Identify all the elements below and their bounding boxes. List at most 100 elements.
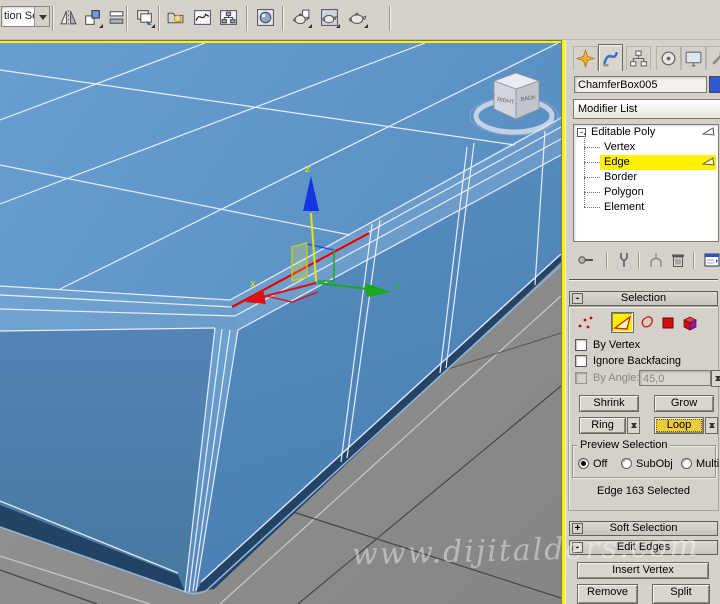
object-name-field[interactable]: ChamferBox005 [574,76,707,93]
selection-rollout-body: By Vertex Ignore Backfacing By Angle: 45… [568,306,720,511]
display-tab[interactable] [681,46,706,70]
toolbar-separator [158,6,160,31]
toolbar-separator [246,6,248,31]
configure-modifier-sets-icon[interactable] [702,250,720,270]
command-panel: ChamferBox005 Modifier List - Editable P… [565,40,720,604]
object-color-swatch[interactable] [709,76,720,93]
preview-subobj-label: SubObj [636,458,673,470]
by-angle-spinner[interactable] [711,370,720,387]
by-vertex-label: By Vertex [593,339,641,351]
hierarchy-tab[interactable] [626,46,651,70]
remove-modifier-icon[interactable] [668,250,688,270]
render-production-icon[interactable] [345,5,370,30]
make-unique-icon[interactable] [646,250,666,270]
curve-editor-icon[interactable] [190,5,215,30]
by-angle-value: 45,0 [643,373,665,385]
toolbar-separator [606,252,608,269]
modifier-list-dropdown[interactable]: Modifier List [573,99,720,119]
edit-edges-rollout-header[interactable]: - Edit Edges [569,540,718,555]
subobject-arrow-icon [701,157,715,173]
expand-icon[interactable]: + [572,523,583,534]
modify-tab[interactable] [598,44,623,71]
collapse-icon[interactable]: - [572,542,583,553]
gizmo-y-label: y [394,279,400,291]
create-tab[interactable] [573,46,598,70]
rollout-title: Edit Edges [616,541,671,553]
toolbar-separator [389,6,391,31]
schematic-view-icon[interactable] [216,5,241,30]
modifier-stack: - Editable Poly Vertex Edge Border Polyg… [573,124,719,242]
selection-rollout-header[interactable]: - Selection [569,291,718,306]
material-editor-icon[interactable] [253,5,278,30]
split-button[interactable]: Split [652,584,710,604]
scene-canvas[interactable]: RIGHT BACK z x y [0,43,561,604]
loop-button[interactable]: Loop [654,417,704,434]
preview-subobj-radio[interactable] [621,458,632,469]
viewport-active-border [0,40,565,43]
remove-button[interactable]: Remove [577,584,638,604]
stack-item-border[interactable]: Border [574,163,718,185]
render-setup-icon[interactable] [289,5,314,30]
by-vertex-checkbox[interactable] [575,339,587,351]
by-angle-label: By Angle: [593,372,640,384]
named-selection-set-value: tion Se [4,10,34,22]
vertex-subobject-icon[interactable] [575,315,597,331]
modifier-list-label: Modifier List [578,103,638,115]
insert-vertex-button[interactable]: Insert Vertex [577,562,709,579]
grow-button[interactable]: Grow [654,395,714,412]
panel-divider [569,279,718,281]
stack-item-editable-poly[interactable]: - Editable Poly [574,125,718,140]
show-end-result-icon[interactable] [614,250,634,270]
toolbar-separator [693,252,695,269]
preview-off-label: Off [593,458,608,470]
pin-stack-icon[interactable] [576,250,596,270]
shrink-button[interactable]: Shrink [579,395,639,412]
by-angle-checkbox[interactable] [575,372,587,384]
rollout-title: Soft Selection [609,522,678,534]
main-toolbar: tion Se [0,0,720,40]
object-name-value: ChamferBox005 [578,79,658,91]
stack-item-element[interactable]: Element [574,193,718,215]
chevron-down-icon[interactable] [34,7,49,26]
preview-selection-group: Preview Selection Off SubObj Multi [572,439,720,478]
ring-button[interactable]: Ring [579,417,626,434]
soft-selection-rollout-header[interactable]: + Soft Selection [569,521,718,536]
3dsmax-window: { "toolbar": { "selection_set_value": "t… [0,0,720,604]
by-angle-field[interactable]: 45,0 [639,370,711,386]
loop-spinner[interactable] [705,417,718,434]
ignore-backfacing-checkbox[interactable] [575,355,587,367]
collapse-icon[interactable]: - [572,293,583,304]
ignore-backfacing-label: Ignore Backfacing [593,355,682,367]
border-subobject-icon[interactable] [638,314,656,331]
element-subobject-icon[interactable] [679,313,699,332]
stack-item-edge[interactable]: Edge [574,148,718,173]
toolbar-separator [52,6,54,31]
preview-selection-label: Preview Selection [577,439,671,451]
preview-multi-radio[interactable] [681,458,692,469]
ring-spinner[interactable] [627,417,640,434]
viewport-active-border [561,40,565,604]
toolbar-separator [638,252,640,269]
mirror-icon[interactable] [56,5,81,30]
toolbar-separator [126,6,128,31]
scene-explorer-icon[interactable] [163,5,188,30]
toolbar-separator [282,6,284,31]
gizmo-x-label: x [250,278,256,290]
edge-subobject-icon[interactable] [611,312,634,333]
preview-off-radio[interactable] [578,458,589,469]
stack-item-polygon[interactable]: Polygon [574,178,718,200]
polygon-subobject-icon[interactable] [660,315,675,330]
stack-item-vertex[interactable]: Vertex [574,133,718,155]
rendered-frame-window-icon[interactable] [317,5,342,30]
preview-multi-label: Multi [696,458,720,470]
selection-status-text: Edge 163 Selected [597,485,690,497]
layer-list-icon[interactable] [132,5,157,30]
align-icon[interactable] [80,5,105,30]
rollout-title: Selection [620,292,667,304]
gizmo-plane-handle[interactable] [291,242,308,282]
motion-tab[interactable] [656,46,681,70]
named-selection-set-combo[interactable]: tion Se [1,6,50,27]
perspective-viewport[interactable]: RIGHT BACK z x y [0,40,565,604]
gizmo-z-label: z [305,163,311,175]
utilities-tab[interactable] [706,46,720,70]
